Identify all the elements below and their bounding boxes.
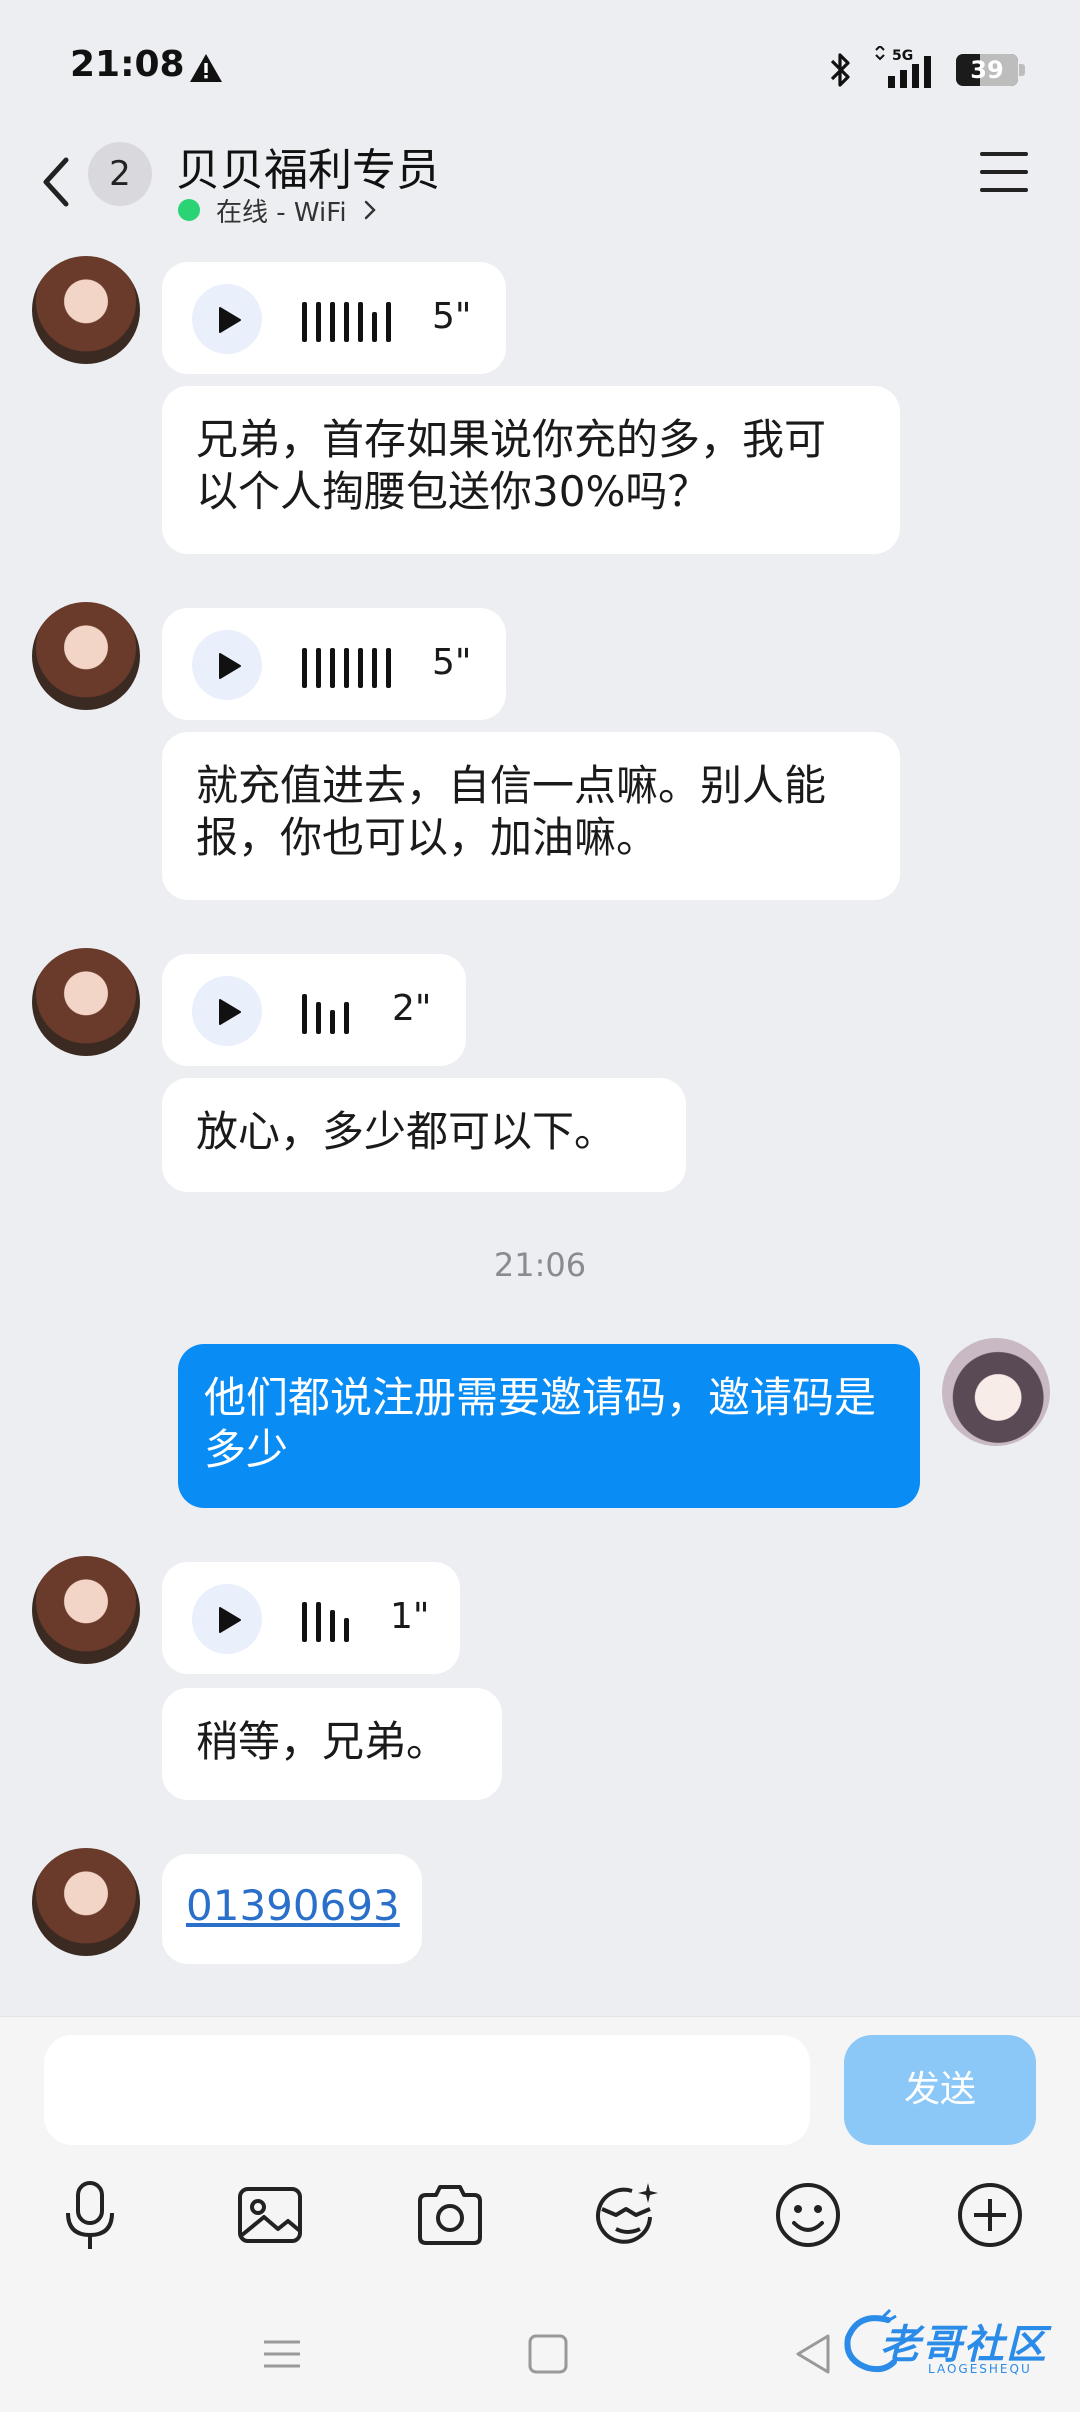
voice-message[interactable]: 1" — [162, 1562, 460, 1674]
menu-button[interactable] — [976, 152, 1032, 202]
online-status[interactable]: 在线 - WiFi — [178, 194, 377, 228]
voice-message[interactable]: 5" — [162, 262, 506, 374]
battery-level: 39 — [970, 56, 1004, 84]
play-icon[interactable] — [192, 630, 262, 700]
contact-avatar[interactable] — [32, 602, 140, 710]
camera-icon[interactable] — [410, 2175, 490, 2255]
voice-duration: 5" — [432, 642, 472, 683]
emoji-icon[interactable] — [768, 2175, 848, 2255]
voice-duration: 5" — [432, 296, 472, 337]
status-time: 21:08 — [70, 44, 185, 85]
invite-code-link[interactable]: 01390693 — [186, 1881, 400, 1930]
plus-icon[interactable] — [950, 2175, 1030, 2255]
back-button[interactable] — [30, 142, 84, 222]
contact-avatar[interactable] — [32, 256, 140, 364]
message-input[interactable] — [44, 2035, 810, 2145]
face-filter-icon[interactable] — [588, 2175, 668, 2255]
time-separator: 21:06 — [493, 1246, 587, 1284]
image-icon[interactable] — [230, 2175, 310, 2255]
play-icon[interactable] — [192, 976, 262, 1046]
network-label: 5G — [892, 48, 913, 64]
voice-duration: 2" — [392, 988, 432, 1029]
status-bar: 21:08 5G 39 — [0, 0, 1080, 132]
my-avatar[interactable] — [942, 1338, 1050, 1446]
bluetooth-icon — [830, 53, 850, 87]
message-bubble[interactable]: 就充值进去，自信一点嘛。别人能报，你也可以，加油嘛。 — [162, 732, 900, 900]
message-bubble[interactable]: 稍等，兄弟。 — [162, 1688, 502, 1800]
signal-5g-icon: 5G — [875, 46, 931, 88]
play-icon[interactable] — [192, 1584, 262, 1654]
battery-icon: 39 — [956, 54, 1026, 86]
home-icon[interactable] — [520, 2326, 576, 2382]
chevron-right-icon — [364, 200, 376, 220]
my-message-bubble[interactable]: 他们都说注册需要邀请码，邀请码是多少 — [178, 1344, 920, 1508]
recents-icon[interactable] — [254, 2326, 310, 2382]
voice-message[interactable]: 5" — [162, 608, 506, 720]
contact-avatar[interactable] — [32, 1848, 140, 1956]
message-bubble[interactable]: 兄弟，首存如果说你充的多，我可以个人掏腰包送你30%吗？ — [162, 386, 900, 554]
contact-avatar[interactable] — [32, 948, 140, 1056]
watermark-subtext: LAOGESHEQU — [928, 2362, 1032, 2376]
send-button[interactable]: 发送 — [844, 2035, 1036, 2145]
play-icon[interactable] — [192, 284, 262, 354]
contact-avatar[interactable] — [32, 1556, 140, 1664]
chat-header: 2 贝贝福利专员 在线 - WiFi — [0, 132, 1080, 242]
warning-icon — [190, 54, 222, 82]
online-dot-icon — [178, 199, 200, 221]
message-bubble[interactable]: 放心，多少都可以下。 — [162, 1078, 686, 1192]
voice-duration: 1" — [390, 1596, 430, 1637]
chat-screen: 21:08 5G 39 2 贝贝福利专员 在线 - WiFi 5" 兄弟，首存如… — [0, 0, 1080, 2412]
microphone-icon[interactable] — [50, 2175, 130, 2255]
message-bubble: 01390693 — [162, 1854, 422, 1964]
online-status-text: 在线 - WiFi — [216, 197, 347, 228]
unread-count-badge[interactable]: 2 — [88, 142, 152, 206]
watermark-logo: 老哥社区 LAOGESHEQU — [832, 2304, 1072, 2394]
voice-message[interactable]: 2" — [162, 954, 466, 1066]
contact-name[interactable]: 贝贝福利专员 — [176, 134, 440, 198]
